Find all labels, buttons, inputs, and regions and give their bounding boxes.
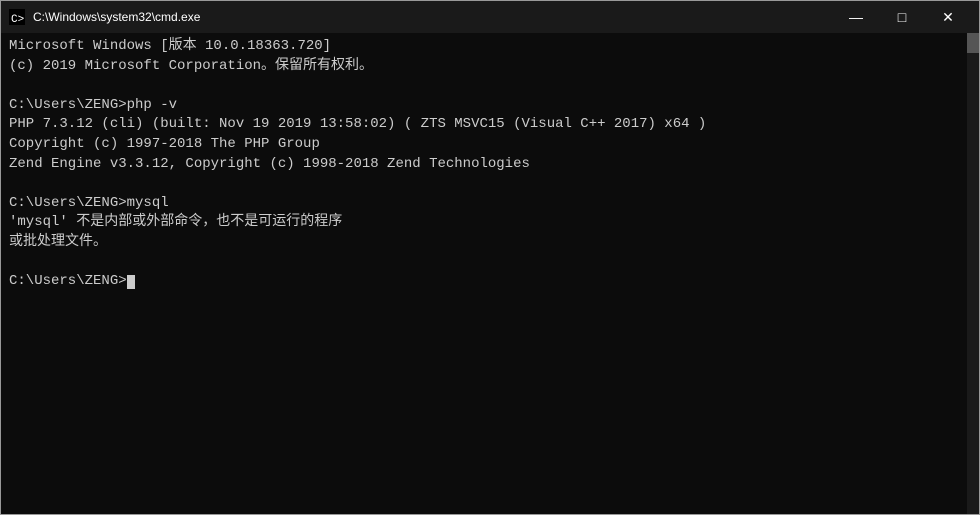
window-title: C:\Windows\system32\cmd.exe	[33, 10, 833, 24]
minimize-button[interactable]: —	[833, 1, 879, 33]
cursor	[127, 275, 135, 289]
terminal-body[interactable]: Microsoft Windows [版本 10.0.18363.720] (c…	[1, 33, 979, 514]
terminal-output: Microsoft Windows [版本 10.0.18363.720] (c…	[9, 37, 971, 292]
cmd-icon: C>	[9, 9, 25, 25]
svg-text:C>: C>	[11, 14, 24, 25]
scrollbar-thumb[interactable]	[967, 33, 979, 53]
close-button[interactable]: ✕	[925, 1, 971, 33]
title-bar: C> C:\Windows\system32\cmd.exe — □ ✕	[1, 1, 979, 33]
window-controls: — □ ✕	[833, 1, 971, 33]
scrollbar[interactable]	[967, 33, 979, 514]
maximize-button[interactable]: □	[879, 1, 925, 33]
cmd-window: C> C:\Windows\system32\cmd.exe — □ ✕ Mic…	[0, 0, 980, 515]
